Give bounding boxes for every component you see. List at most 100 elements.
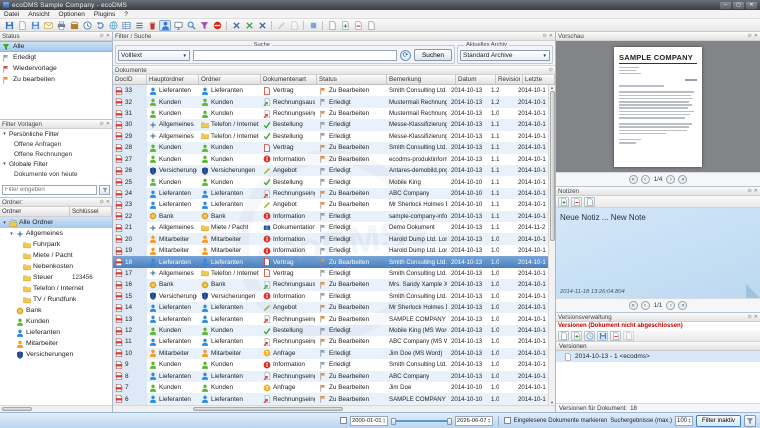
document-row[interactable]: 32KundenKundenRechnungsausgangErledigtMu… (113, 96, 548, 107)
document-row[interactable]: 13LieferantenLieferantenRechnungseingang… (113, 313, 548, 324)
folder-kunden[interactable]: Kunden (0, 316, 112, 327)
menu-datei[interactable]: Datei (3, 11, 20, 18)
pin-icon[interactable]: ⊙ (748, 314, 752, 320)
close-button[interactable]: ✕ (746, 2, 757, 9)
close-icon[interactable]: ✕ (754, 33, 758, 39)
document-row[interactable]: 17AllgemeinesTelefon / InternetVertragEr… (113, 268, 548, 279)
delete-document-button[interactable] (146, 20, 158, 31)
document-row[interactable]: 6LieferantenLieferantenRechnungseingangZ… (113, 393, 548, 404)
date-range-slider[interactable] (391, 416, 452, 426)
send-mail-button[interactable] (42, 20, 54, 31)
add-note-button[interactable] (558, 197, 569, 207)
version-add-button[interactable] (571, 331, 582, 341)
column-header-schluessel[interactable]: Schlüssel (70, 207, 112, 216)
document-row[interactable]: 23LieferantenLieferantenAngebotZu Bearbe… (113, 199, 548, 210)
last-page-icon[interactable]: » (678, 175, 687, 184)
column-header-ordner[interactable]: Ordner (0, 207, 70, 216)
version-history-button[interactable] (584, 331, 595, 341)
pin-icon[interactable]: ⊙ (549, 67, 553, 73)
folder-mitarbeiter[interactable]: Mitarbeiter (0, 338, 112, 349)
previous-note-icon[interactable]: ‹ (641, 301, 650, 310)
folder-filter-button[interactable] (99, 185, 110, 195)
column-header-hauptordner[interactable]: Hauptordner (147, 75, 199, 84)
document-row[interactable]: 27KundenKundenInformationZu Bearbeitenec… (113, 154, 548, 165)
filter-item-dokumente-von-heute[interactable]: Dokumente von heute (0, 169, 112, 179)
close-icon[interactable]: ✕ (754, 188, 758, 194)
search-mode-dropdown[interactable]: Volltext ▼ (118, 50, 190, 61)
folder-filter-input[interactable] (2, 185, 97, 195)
list-view-button[interactable] (133, 20, 145, 31)
document-row[interactable]: 20MitarbeiterMitarbeiterInformationErled… (113, 233, 548, 244)
filter-item-offene-anfragen[interactable]: Offene Anfragen (0, 139, 112, 149)
date-from-spinner[interactable]: 2000-01-01 ▲▼ (350, 416, 388, 426)
documents-vertical-scrollbar[interactable]: ▲▼ (548, 85, 555, 405)
document-row[interactable]: 25KundenKundenBestellungErledigtMobile K… (113, 176, 548, 187)
folder-alle-ordner[interactable]: ▾Alle Ordner (0, 217, 112, 228)
pin-icon[interactable]: ⊙ (100, 121, 104, 127)
document-row[interactable]: 15VersicherungenVersicherungenInformatio… (113, 291, 548, 302)
inbox-button[interactable] (159, 20, 171, 31)
filter-inactive-button[interactable]: Filter inaktiv (696, 415, 741, 427)
menu-plugins[interactable]: Plugins (93, 11, 116, 18)
next-page-icon[interactable]: › (666, 175, 675, 184)
web-access-button[interactable] (107, 20, 119, 31)
first-page-icon[interactable]: « (629, 175, 638, 184)
folder-miete-pacht[interactable]: Miete / Pacht (0, 250, 112, 261)
menu-ansicht[interactable]: Ansicht (27, 11, 50, 18)
document-row[interactable]: 29AllgemeinesTelefon / InternetBestellun… (113, 131, 548, 142)
column-header-bemerkung[interactable]: Bemerkung (387, 75, 456, 84)
column-header-ordner[interactable]: Ordner (199, 75, 261, 84)
document-row[interactable]: 18LieferantenLieferantenVertragZu Bearbe… (113, 256, 548, 267)
document-row[interactable]: 10MitarbeiterMitarbeiterAnfrageErledigtJ… (113, 348, 548, 359)
pin-icon[interactable]: ⊙ (100, 199, 104, 205)
folder-nebenkosten[interactable]: Nebenkosten (0, 261, 112, 272)
search-input[interactable] (193, 50, 397, 61)
search-button[interactable]: Suchen (414, 49, 452, 61)
folder-allgemeines[interactable]: ▾Allgemeines (0, 228, 112, 239)
date-to-spinner[interactable]: 2026-06-07 ▲▼ (455, 416, 493, 426)
folder-versicherungen[interactable]: Versicherungen (0, 349, 112, 360)
filter-icon-button[interactable] (744, 415, 756, 427)
document-row[interactable]: 8LieferantenLieferantenRechnungseingangZ… (113, 371, 548, 382)
preview-canvas[interactable]: SAMPLE COMPANY (556, 41, 760, 172)
close-version-button[interactable] (365, 20, 377, 31)
pin-icon[interactable]: ⊙ (543, 33, 547, 39)
mark-documents-checkbox[interactable] (504, 417, 511, 424)
filter-group-globale-filter[interactable]: ▾Globale Filter (0, 159, 112, 169)
view-document-button[interactable] (288, 20, 300, 31)
date-filter-checkbox[interactable] (340, 417, 347, 424)
previous-page-icon[interactable]: ‹ (641, 175, 650, 184)
folder-lieferanten[interactable]: Lieferanten (0, 327, 112, 338)
next-note-icon[interactable]: › (666, 301, 675, 310)
version-item[interactable]: 2014-10-13 - 1 <ecodms> (556, 351, 760, 362)
archive-dropdown[interactable]: Standard Archive ▼ (460, 50, 550, 61)
search-button[interactable] (185, 20, 197, 31)
column-header-status[interactable]: Status (317, 75, 387, 84)
folder-steuer[interactable]: Steuer123456 (0, 272, 112, 283)
document-row[interactable]: 12KundenKundenBestellungErledigtMobile K… (113, 325, 548, 336)
document-row[interactable]: 19MitarbeiterMitarbeiterInformationErled… (113, 245, 548, 256)
close-icon[interactable]: ✕ (754, 314, 758, 320)
folder-bank[interactable]: Bank (0, 305, 112, 316)
classify-remove-button[interactable] (256, 20, 268, 31)
last-note-icon[interactable]: » (678, 301, 687, 310)
folder-fuhrpark[interactable]: Fuhrpark (0, 239, 112, 250)
menu-item[interactable]: ? (123, 11, 129, 18)
status-item-zu-bearbeiten[interactable]: Zu bearbeiten (0, 74, 112, 85)
status-item-erledigt[interactable]: Erledigt (0, 52, 112, 63)
menu-optionen[interactable]: Optionen (58, 11, 86, 18)
column-header-letzte[interactable]: Letzte (523, 75, 555, 84)
folders-horizontal-scrollbar[interactable] (0, 405, 112, 412)
document-row[interactable]: 9KundenKundenInformationErledigtSmith Co… (113, 359, 548, 370)
first-note-icon[interactable]: « (629, 301, 638, 310)
version-delete-button[interactable] (610, 331, 621, 341)
version-open-button[interactable] (558, 331, 569, 341)
status-item-alle[interactable]: Alle (0, 41, 112, 52)
version-save-button[interactable] (597, 331, 608, 341)
refresh-button[interactable] (94, 20, 106, 31)
document-row[interactable]: 21AllgemeinesMiete / PachtDokumentationE… (113, 222, 548, 233)
document-row[interactable]: 31KundenKundenRechnungseingangZu Bearbei… (113, 108, 548, 119)
history-button[interactable] (81, 20, 93, 31)
column-header-datum[interactable]: Datum (456, 75, 496, 84)
close-icon[interactable]: ✕ (106, 33, 110, 39)
